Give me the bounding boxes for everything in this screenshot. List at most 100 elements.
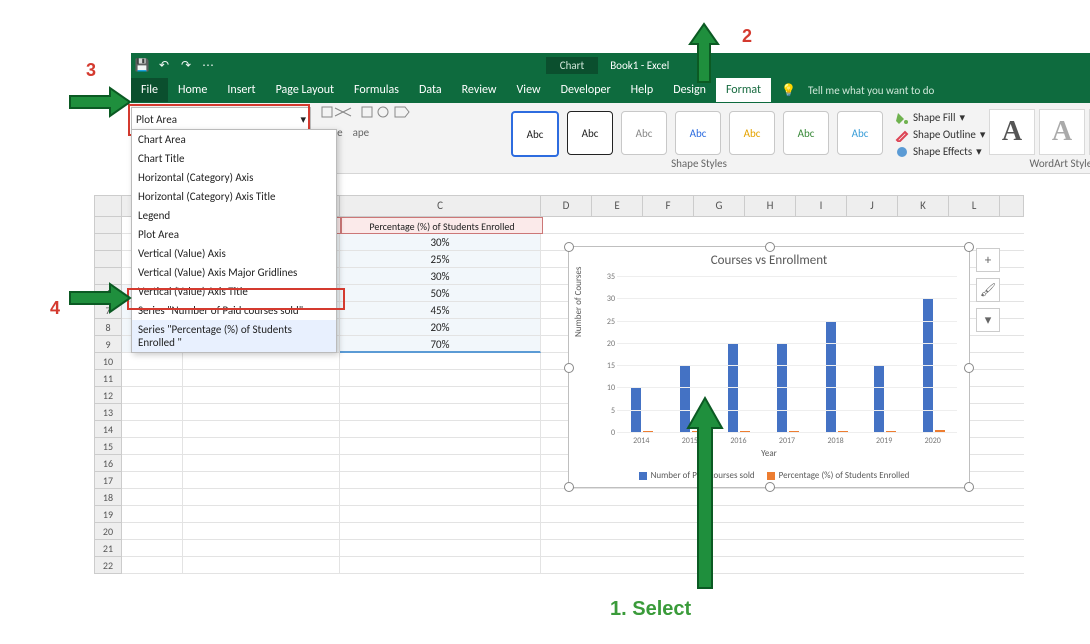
resize-handle[interactable] bbox=[564, 482, 574, 492]
row-header[interactable]: 19 bbox=[94, 506, 122, 523]
dropdown-item[interactable]: Vertical (Value) Axis Major Gridlines bbox=[132, 263, 336, 282]
cell[interactable] bbox=[183, 506, 340, 523]
cell[interactable] bbox=[183, 353, 340, 370]
dropdown-item[interactable]: Series "Number of Paid courses sold" bbox=[132, 301, 336, 320]
dropdown-item[interactable]: Legend bbox=[132, 206, 336, 225]
shape-style-5[interactable]: Abc bbox=[729, 111, 775, 155]
cell[interactable] bbox=[340, 370, 541, 387]
cell[interactable] bbox=[340, 387, 541, 404]
cell[interactable] bbox=[122, 438, 183, 455]
col-header[interactable]: F bbox=[643, 196, 694, 216]
cell[interactable] bbox=[183, 472, 340, 489]
cell[interactable] bbox=[183, 421, 340, 438]
cell[interactable] bbox=[122, 353, 183, 370]
cell[interactable] bbox=[340, 455, 541, 472]
cell[interactable] bbox=[183, 523, 340, 540]
wordart-style-1[interactable]: A bbox=[989, 109, 1035, 155]
tell-me-input[interactable]: Tell me what you want to do bbox=[808, 84, 934, 97]
row-header[interactable]: 12 bbox=[94, 387, 122, 404]
cell[interactable] bbox=[183, 370, 340, 387]
dropdown-item[interactable]: Horizontal (Category) Axis Title bbox=[132, 187, 336, 206]
y-axis-label[interactable]: Number of Courses bbox=[573, 267, 584, 337]
col-header[interactable]: L bbox=[949, 196, 1000, 216]
redo-icon[interactable]: ↷ bbox=[175, 58, 197, 73]
col-header[interactable]: K bbox=[898, 196, 949, 216]
dropdown-item[interactable]: Plot Area bbox=[132, 225, 336, 244]
chart-element-dropdown[interactable]: Chart AreaChart TitleHorizontal (Categor… bbox=[131, 129, 337, 353]
shape-styles-gallery[interactable]: Abc Abc Abc Abc Abc Abc Abc bbox=[511, 111, 883, 157]
row-header[interactable]: 20 bbox=[94, 523, 122, 540]
save-icon[interactable]: 💾 bbox=[131, 58, 153, 73]
tab-home[interactable]: Home bbox=[168, 78, 217, 102]
cell[interactable] bbox=[340, 540, 541, 557]
tab-developer[interactable]: Developer bbox=[551, 78, 621, 102]
chart-elements-button[interactable]: + bbox=[976, 248, 1000, 272]
chevron-down-icon[interactable]: ▾ bbox=[300, 113, 306, 126]
tab-page-layout[interactable]: Page Layout bbox=[266, 78, 344, 102]
row-header[interactable]: 14 bbox=[94, 421, 122, 438]
cell[interactable] bbox=[122, 455, 183, 472]
chart-styles-button[interactable]: 🖌 bbox=[976, 278, 1000, 302]
tab-help[interactable]: Help bbox=[621, 78, 664, 102]
row-header[interactable]: 11 bbox=[94, 370, 122, 387]
col-header[interactable]: C bbox=[340, 196, 541, 216]
dropdown-item[interactable]: Chart Title bbox=[132, 149, 336, 168]
cell[interactable] bbox=[122, 540, 183, 557]
cell[interactable] bbox=[122, 387, 183, 404]
cell[interactable] bbox=[183, 438, 340, 455]
shape-effects-button[interactable]: Shape Effects ▾ bbox=[895, 143, 985, 160]
x-axis-label[interactable]: Year bbox=[569, 448, 969, 459]
tab-data[interactable]: Data bbox=[409, 78, 452, 102]
shape-style-7[interactable]: Abc bbox=[837, 111, 883, 155]
col-header[interactable]: D bbox=[541, 196, 592, 216]
cell[interactable] bbox=[122, 404, 183, 421]
row-header[interactable]: 16 bbox=[94, 455, 122, 472]
row-header[interactable]: 21 bbox=[94, 540, 122, 557]
col-header[interactable]: G bbox=[694, 196, 745, 216]
col-header[interactable]: E bbox=[592, 196, 643, 216]
tab-insert[interactable]: Insert bbox=[217, 78, 265, 102]
tab-formulas[interactable]: Formulas bbox=[344, 78, 409, 102]
resize-handle[interactable] bbox=[765, 242, 775, 252]
col-header[interactable]: I bbox=[796, 196, 847, 216]
col-header[interactable]: J bbox=[847, 196, 898, 216]
tab-view[interactable]: View bbox=[507, 78, 551, 102]
bar-series-1[interactable] bbox=[826, 322, 836, 433]
wordart-gallery[interactable]: A A A bbox=[989, 109, 1090, 155]
plot-area[interactable]: 2014201520162017201820192020 bbox=[617, 277, 957, 433]
chart-legend[interactable]: Number of Paid courses sold Percentage (… bbox=[569, 470, 969, 481]
resize-handle[interactable] bbox=[964, 242, 974, 252]
tab-file[interactable]: File bbox=[131, 78, 168, 102]
dropdown-item[interactable]: Chart Area bbox=[132, 130, 336, 149]
dropdown-item[interactable]: Series "Percentage (%) of Students Enrol… bbox=[132, 320, 336, 352]
cell[interactable] bbox=[340, 421, 541, 438]
cell[interactable] bbox=[122, 370, 183, 387]
row-header[interactable]: 22 bbox=[94, 557, 122, 574]
bar-series-1[interactable] bbox=[874, 366, 884, 433]
resize-handle[interactable] bbox=[564, 363, 574, 373]
cell[interactable] bbox=[340, 557, 541, 574]
tab-review[interactable]: Review bbox=[452, 78, 507, 102]
shape-style-6[interactable]: Abc bbox=[783, 111, 829, 155]
shape-style-2[interactable]: Abc bbox=[567, 111, 613, 155]
col-header[interactable]: H bbox=[745, 196, 796, 216]
chart-element-selector[interactable]: Plot Area ▾ bbox=[131, 107, 311, 131]
cell[interactable]: 30% bbox=[340, 268, 541, 285]
cell[interactable] bbox=[340, 523, 541, 540]
embedded-chart[interactable]: Courses vs Enrollment Number of Courses … bbox=[568, 246, 970, 488]
cell[interactable] bbox=[183, 404, 340, 421]
cell[interactable]: 25% bbox=[340, 251, 541, 268]
shape-gallery-icon[interactable] bbox=[321, 106, 355, 120]
dropdown-item[interactable]: Horizontal (Category) Axis bbox=[132, 168, 336, 187]
row-header[interactable]: 8 bbox=[94, 319, 122, 336]
cell[interactable] bbox=[122, 472, 183, 489]
shape-style-1[interactable]: Abc bbox=[511, 111, 559, 157]
cell[interactable]: 30% bbox=[340, 234, 541, 251]
wordart-style-2[interactable]: A bbox=[1039, 109, 1085, 155]
cell[interactable] bbox=[340, 404, 541, 421]
row-header[interactable]: 17 bbox=[94, 472, 122, 489]
cell[interactable] bbox=[183, 540, 340, 557]
cell[interactable] bbox=[122, 421, 183, 438]
shape-fill-button[interactable]: Shape Fill ▾ bbox=[895, 109, 985, 126]
row-header[interactable]: 13 bbox=[94, 404, 122, 421]
